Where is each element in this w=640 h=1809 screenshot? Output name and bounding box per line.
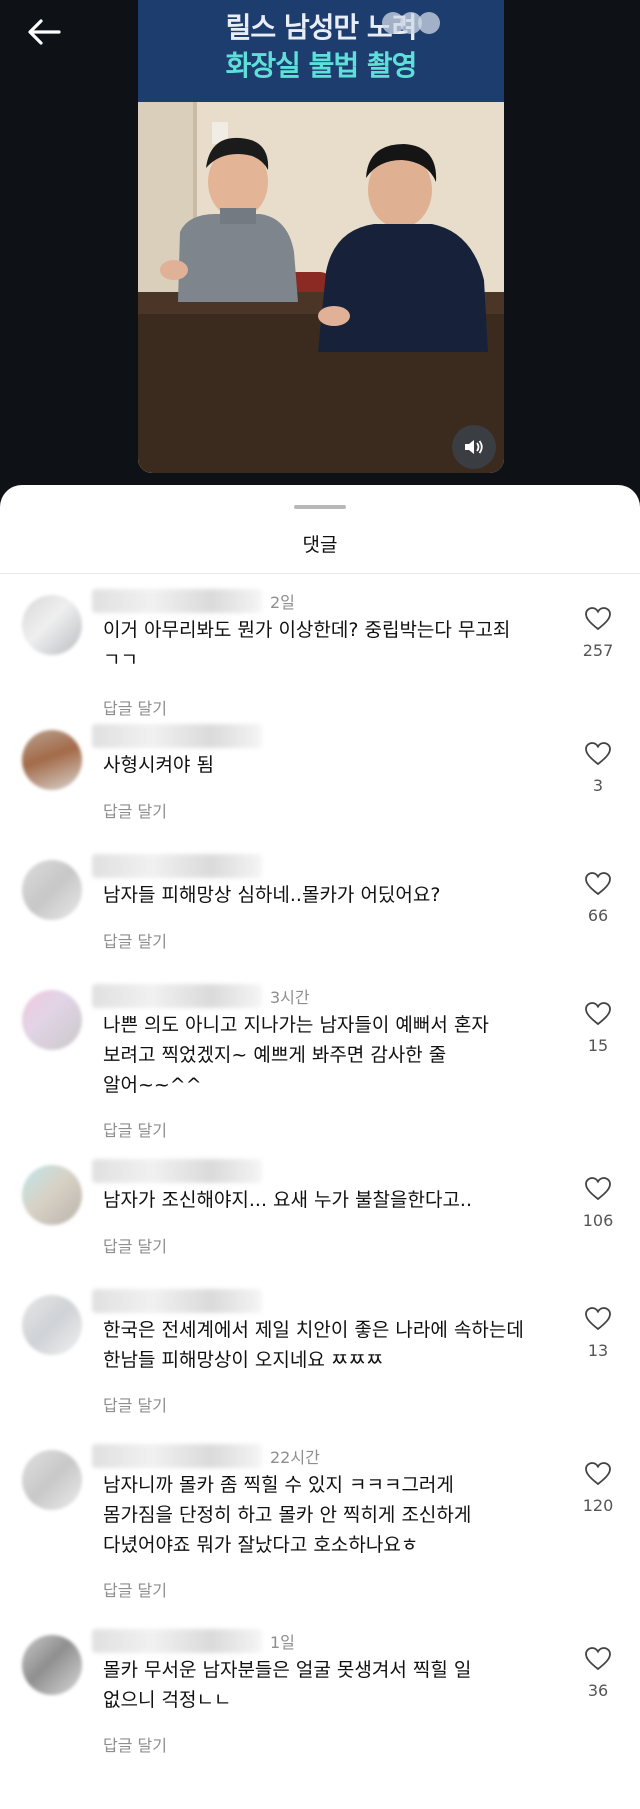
avatar[interactable] xyxy=(22,990,82,1050)
like-count: 257 xyxy=(582,641,614,660)
like-button[interactable]: 15 xyxy=(572,1002,624,1055)
comment-author[interactable] xyxy=(92,1157,270,1185)
like-count: 120 xyxy=(582,1496,614,1515)
comment-author[interactable]: 3시간 xyxy=(92,982,310,1010)
like-button[interactable]: 36 xyxy=(572,1647,624,1700)
like-count: 36 xyxy=(587,1681,609,1700)
comment-text: 남자들 피해망상 심하네..몰카가 어딨어요? xyxy=(103,884,441,906)
heart-icon xyxy=(585,872,611,896)
comment-author[interactable]: 2일 xyxy=(92,587,295,615)
video-area: 릴스 남성만 노려 화장실 불법 촬영 xyxy=(0,0,640,495)
back-button[interactable] xyxy=(20,8,68,56)
comment-text: 사형시켜야 됨 xyxy=(103,754,214,776)
heart-icon xyxy=(585,607,611,631)
reply-button[interactable]: 답글 달기 xyxy=(103,1732,167,1756)
like-count: 13 xyxy=(587,1341,609,1360)
like-button[interactable]: 106 xyxy=(572,1177,624,1230)
avatar[interactable] xyxy=(22,730,82,790)
username-redacted xyxy=(92,724,262,748)
reply-button[interactable]: 답글 달기 xyxy=(103,1233,167,1257)
like-button[interactable]: 3 xyxy=(572,742,624,795)
sound-toggle-button[interactable] xyxy=(452,425,496,469)
comment-time: 1일 xyxy=(270,1633,295,1652)
comment-text: 이거 아무리봐도 뭔가 이상한데? 중립박는다 무고죄 ㄱㄱ xyxy=(103,619,511,671)
video-frame xyxy=(138,102,504,473)
like-count: 66 xyxy=(587,906,609,925)
like-button[interactable]: 66 xyxy=(572,872,624,925)
reply-button[interactable]: 답글 달기 xyxy=(103,695,167,719)
sheet-drag-handle[interactable] xyxy=(294,505,346,509)
sound-icon xyxy=(465,440,483,454)
username-redacted xyxy=(92,589,262,613)
like-button[interactable]: 120 xyxy=(572,1462,624,1515)
video-player[interactable]: 릴스 남성만 노려 화장실 불법 촬영 xyxy=(138,0,504,473)
comment-text: 남자가 조신해야지... 요새 누가 불찰을한다고.. xyxy=(103,1189,472,1211)
reply-button[interactable]: 답글 달기 xyxy=(103,1577,167,1601)
heart-icon xyxy=(585,1177,611,1201)
video-title-band: 릴스 남성만 노려 화장실 불법 촬영 xyxy=(138,0,504,102)
video-title-line2: 화장실 불법 촬영 xyxy=(225,49,418,82)
username-redacted xyxy=(92,854,262,878)
comment-author[interactable] xyxy=(92,722,270,750)
heart-icon xyxy=(585,1002,611,1026)
heart-icon xyxy=(585,1462,611,1486)
comment-time: 3시간 xyxy=(270,988,310,1007)
comment-author[interactable] xyxy=(92,1287,270,1315)
avatar[interactable] xyxy=(22,1165,82,1225)
comment-author[interactable]: 22시간 xyxy=(92,1442,320,1470)
like-count: 15 xyxy=(587,1036,609,1055)
like-count: 106 xyxy=(582,1211,614,1230)
video-frame-illustration xyxy=(138,102,504,473)
reply-button[interactable]: 답글 달기 xyxy=(103,1392,167,1416)
comment-author[interactable] xyxy=(92,852,270,880)
avatar[interactable] xyxy=(22,1635,82,1695)
heart-icon xyxy=(585,1647,611,1671)
username-redacted xyxy=(92,1629,262,1653)
comment-time: 2일 xyxy=(270,593,295,612)
reply-button[interactable]: 답글 달기 xyxy=(103,928,167,952)
comment-time: 22시간 xyxy=(270,1448,320,1467)
reply-button[interactable]: 답글 달기 xyxy=(103,1117,167,1141)
avatar[interactable] xyxy=(22,1450,82,1510)
heart-icon xyxy=(585,742,611,766)
avatar[interactable] xyxy=(22,1295,82,1355)
username-redacted xyxy=(92,984,262,1008)
divider xyxy=(0,573,640,574)
username-redacted xyxy=(92,1289,262,1313)
reply-button[interactable]: 답글 달기 xyxy=(103,798,167,822)
comments-sheet: 댓글 2일 이거 아무리봐도 뭔가 이상한데? 중립박는다 무고죄 ㄱㄱ 답글 … xyxy=(0,485,640,1809)
username-redacted xyxy=(92,1159,262,1183)
comment-text: 나쁜 의도 아니고 지나가는 남자들이 예뻐서 혼자 보려고 찍었겠지~ 예쁘게… xyxy=(103,1014,489,1096)
back-arrow-icon xyxy=(28,19,61,45)
comment-author[interactable]: 1일 xyxy=(92,1627,295,1655)
username-redacted xyxy=(92,1444,262,1468)
heart-icon xyxy=(585,1307,611,1331)
like-button[interactable]: 13 xyxy=(572,1307,624,1360)
comment-text: 몰카 무서운 남자분들은 얼굴 못생겨서 찍힐 일 없으니 걱정ㄴㄴ xyxy=(103,1659,472,1711)
avatar[interactable] xyxy=(22,860,82,920)
comment-text: 남자니까 몰카 좀 찍힐 수 있지 ㅋㅋㅋ그러게 몸가짐을 단정히 하고 몰카 … xyxy=(103,1474,472,1556)
avatar[interactable] xyxy=(22,595,82,655)
comments-title: 댓글 xyxy=(302,534,338,556)
like-count: 3 xyxy=(592,776,604,795)
comment-text: 한국은 전세계에서 제일 치안이 좋은 나라에 속하는데 한남들 피해망상이 오… xyxy=(103,1319,524,1371)
watermark-dots xyxy=(382,12,440,38)
video-title-line1: 릴스 남성만 노려 xyxy=(225,11,418,44)
like-button[interactable]: 257 xyxy=(572,607,624,660)
